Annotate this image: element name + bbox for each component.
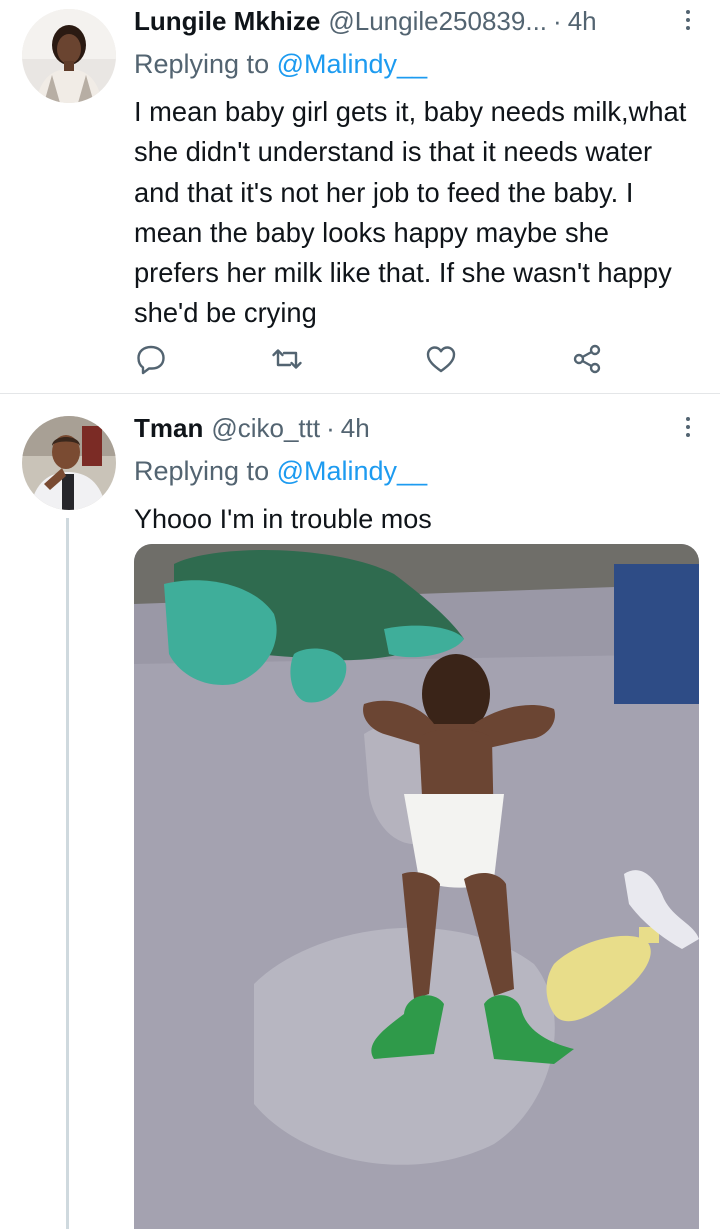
attached-photo[interactable] <box>134 544 699 1229</box>
avatar[interactable] <box>22 416 116 510</box>
tweet-content: Lungile Mkhize @Lungile250839... · 4h Re… <box>134 4 698 334</box>
user-handle[interactable]: @ciko_ttt <box>211 413 320 444</box>
reply-icon[interactable] <box>134 342 168 376</box>
mention-link[interactable]: @Malindy__ <box>277 456 427 486</box>
replying-to: Replying to @Malindy__ <box>134 453 698 489</box>
separator-dot: · <box>553 5 562 36</box>
retweet-icon[interactable] <box>270 342 304 376</box>
more-vertical-icon[interactable] <box>678 6 698 36</box>
avatar[interactable] <box>22 9 116 103</box>
tweet-text: I mean baby girl gets it, baby needs mil… <box>134 96 687 329</box>
tweet-header: Lungile Mkhize @Lungile250839... · 4h <box>134 4 698 38</box>
tweet-2[interactable]: Tman @ciko_ttt · 4h Replying to @Malindy… <box>0 394 720 1229</box>
display-name[interactable]: Lungile Mkhize <box>134 6 320 37</box>
tweet-1[interactable]: Lungile Mkhize @Lungile250839... · 4h Re… <box>0 0 720 393</box>
tweet-content: Tman @ciko_ttt · 4h Replying to @Malindy… <box>134 411 698 537</box>
share-icon[interactable] <box>570 342 604 376</box>
tweet-text: Yhooo I'm in trouble mos <box>134 504 432 534</box>
heart-icon[interactable] <box>424 342 458 376</box>
tweet-header: Tman @ciko_ttt · 4h <box>134 411 698 445</box>
more-vertical-icon[interactable] <box>678 413 698 443</box>
replying-to: Replying to @Malindy__ <box>134 46 698 82</box>
mention-link[interactable]: @Malindy__ <box>277 49 427 79</box>
display-name[interactable]: Tman <box>134 413 203 444</box>
tweet-actions <box>134 342 614 376</box>
timestamp[interactable]: 4h <box>341 413 370 444</box>
replying-prefix: Replying to <box>134 49 270 79</box>
thread-line <box>66 518 69 1229</box>
separator-dot: · <box>326 412 335 443</box>
timestamp[interactable]: 4h <box>568 6 597 37</box>
user-handle[interactable]: @Lungile250839... <box>328 6 547 37</box>
replying-prefix: Replying to <box>134 456 270 486</box>
